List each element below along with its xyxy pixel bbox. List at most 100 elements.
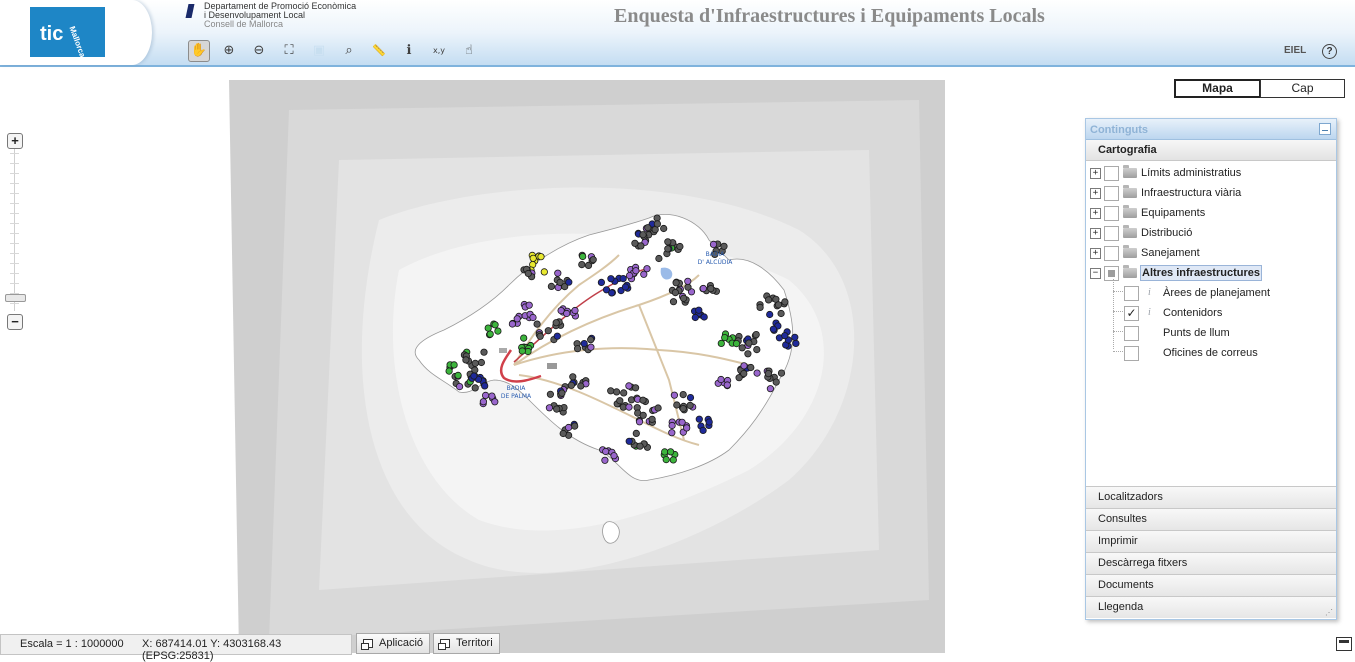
map-view[interactable]: BADIA D' ALCÚDIA BADIA DE PALMA	[229, 80, 945, 653]
zoom-extent-icon[interactable]: ⛶	[278, 40, 300, 62]
measure-ruler-icon[interactable]: 📏	[368, 40, 390, 62]
tic-mallorca-logo[interactable]: tic Mallorca	[30, 7, 105, 59]
container-marker[interactable]	[547, 282, 555, 290]
accordion-consultes[interactable]: Consultes	[1086, 508, 1336, 530]
zoom-level-tick[interactable]	[10, 163, 19, 164]
layer-label[interactable]: Equipaments	[1141, 207, 1205, 219]
sublayer-checkbox[interactable]	[1124, 346, 1139, 361]
layer-checkbox[interactable]	[1104, 166, 1119, 181]
container-marker[interactable]	[607, 387, 615, 395]
container-marker[interactable]	[691, 313, 699, 322]
container-marker[interactable]	[637, 242, 645, 250]
container-marker[interactable]	[655, 254, 663, 263]
container-marker[interactable]	[632, 429, 640, 437]
container-marker[interactable]	[470, 372, 478, 380]
container-marker[interactable]	[610, 452, 618, 460]
container-marker[interactable]	[587, 343, 595, 351]
pan-hand-icon[interactable]: ✋	[188, 40, 210, 62]
layer-checkbox[interactable]	[1104, 206, 1119, 221]
container-marker[interactable]	[620, 389, 628, 397]
container-marker[interactable]	[621, 283, 629, 291]
container-marker[interactable]	[764, 296, 773, 304]
container-marker[interactable]	[573, 345, 582, 353]
overview-map-toggle-icon[interactable]	[1336, 637, 1352, 651]
container-marker[interactable]	[631, 384, 640, 392]
zoom-level-tick[interactable]	[10, 243, 19, 244]
container-marker[interactable]	[720, 242, 728, 250]
layer-row[interactable]: + Límits administratius	[1086, 163, 1334, 183]
container-marker[interactable]	[781, 298, 789, 306]
container-marker[interactable]	[766, 385, 775, 393]
zoom-slider-handle[interactable]	[5, 294, 26, 302]
container-marker[interactable]	[546, 390, 554, 398]
container-marker[interactable]	[699, 426, 707, 434]
container-marker[interactable]	[781, 332, 789, 340]
container-marker[interactable]	[756, 303, 764, 311]
container-marker[interactable]	[484, 324, 492, 332]
section-cartografia[interactable]: Cartografia	[1086, 140, 1336, 161]
sublayer-label[interactable]: Àrees de planejament	[1163, 287, 1270, 299]
container-marker[interactable]	[769, 325, 778, 333]
expand-icon[interactable]: +	[1090, 248, 1101, 259]
container-marker[interactable]	[668, 429, 676, 437]
container-marker[interactable]	[632, 267, 640, 275]
container-marker[interactable]	[686, 393, 695, 402]
container-marker[interactable]	[695, 306, 703, 314]
container-marker[interactable]	[679, 390, 687, 399]
container-marker[interactable]	[445, 367, 453, 375]
container-marker[interactable]	[709, 240, 718, 248]
container-marker[interactable]	[707, 285, 715, 293]
container-marker[interactable]	[579, 252, 587, 261]
container-marker[interactable]	[518, 347, 526, 355]
container-marker[interactable]	[664, 238, 672, 246]
container-marker[interactable]	[454, 371, 462, 379]
zoom-minus-button[interactable]: −	[7, 314, 23, 330]
zoom-previous-icon[interactable]: ⌕	[338, 40, 360, 62]
zoom-level-tick[interactable]	[10, 183, 19, 184]
zoom-level-tick[interactable]	[10, 273, 19, 274]
container-marker[interactable]	[777, 309, 785, 318]
container-marker[interactable]	[525, 301, 533, 309]
container-marker[interactable]	[625, 382, 633, 390]
container-marker[interactable]	[477, 358, 485, 367]
layer-label[interactable]: Sanejament	[1141, 247, 1200, 259]
accordion-llegenda[interactable]: Llegenda	[1086, 596, 1336, 618]
container-marker[interactable]	[653, 220, 661, 228]
container-marker[interactable]	[721, 334, 729, 342]
container-marker[interactable]	[544, 327, 552, 335]
container-marker[interactable]	[619, 275, 627, 283]
container-marker[interactable]	[686, 401, 694, 409]
info-icon[interactable]: i	[1148, 287, 1151, 298]
help-icon[interactable]: ?	[1322, 44, 1337, 59]
container-marker[interactable]	[589, 256, 597, 264]
container-marker[interactable]	[740, 362, 748, 370]
container-marker[interactable]	[792, 339, 800, 347]
container-marker[interactable]	[745, 339, 753, 347]
zoom-level-tick[interactable]	[10, 173, 19, 174]
layer-checkbox-partial[interactable]	[1104, 266, 1119, 281]
container-marker[interactable]	[537, 253, 545, 261]
layer-label[interactable]: Distribució	[1141, 227, 1192, 239]
container-marker[interactable]	[558, 389, 566, 397]
container-marker[interactable]	[678, 418, 686, 426]
container-marker[interactable]	[471, 384, 479, 392]
container-marker[interactable]	[508, 320, 516, 328]
layer-checkbox[interactable]	[1104, 226, 1119, 241]
sublayer-row[interactable]: Punts de llum	[1086, 323, 1334, 343]
container-marker[interactable]	[529, 254, 537, 262]
expand-icon[interactable]: +	[1090, 228, 1101, 239]
accordion-descarrega-fitxers[interactable]: Descàrrega fitxers	[1086, 552, 1336, 574]
container-marker[interactable]	[744, 350, 752, 358]
container-marker[interactable]	[777, 369, 786, 377]
container-marker[interactable]	[520, 334, 528, 342]
container-marker[interactable]	[563, 309, 571, 318]
container-marker[interactable]	[676, 242, 684, 251]
container-marker[interactable]	[625, 403, 633, 411]
container-marker[interactable]	[587, 336, 595, 344]
container-marker[interactable]	[479, 398, 487, 406]
container-marker[interactable]	[639, 396, 647, 404]
info-icon[interactable]: ℹ	[398, 40, 420, 62]
container-marker[interactable]	[679, 404, 687, 413]
container-marker[interactable]	[559, 429, 567, 438]
container-marker[interactable]	[639, 411, 647, 419]
